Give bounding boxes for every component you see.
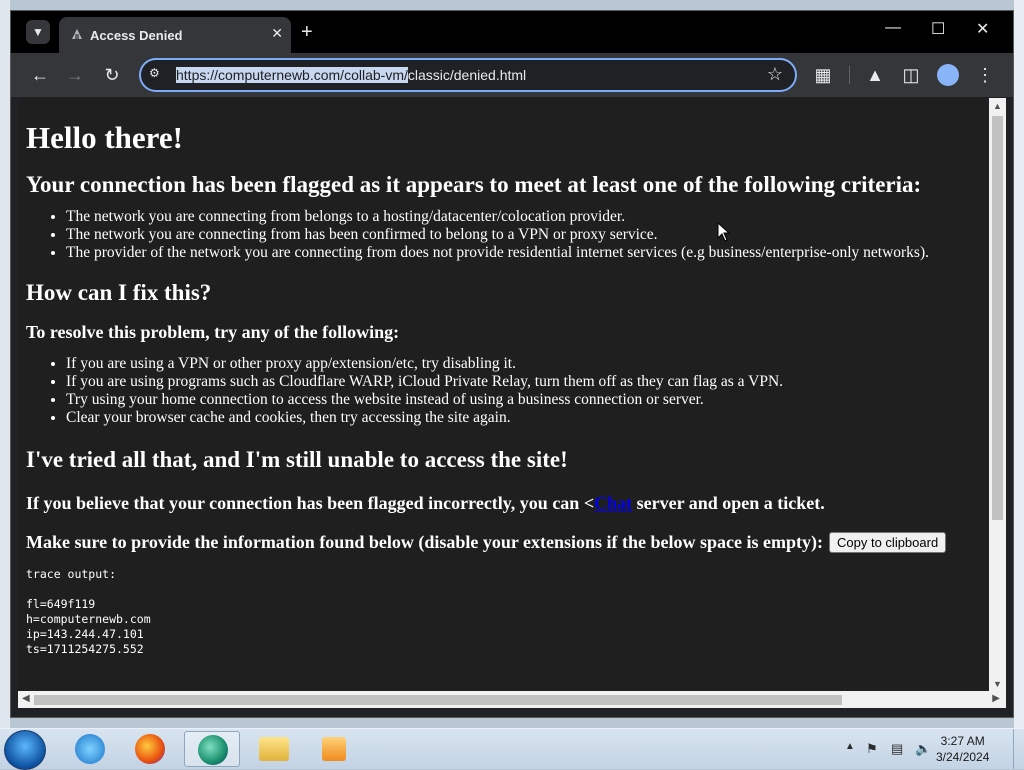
tab-strip: ▼ Access Denied ✕ + — ☐ ✕ [11, 11, 1013, 53]
site-info-icon[interactable]: ⚙ [149, 66, 167, 84]
labs-icon[interactable]: ▲ [863, 63, 887, 87]
list-item: If you are using a VPN or other proxy ap… [66, 355, 980, 373]
resolve-heading: To resolve this problem, try any of the … [26, 322, 400, 342]
ie-icon [75, 734, 105, 764]
close-icon[interactable]: ✕ [271, 25, 283, 42]
scroll-left-icon[interactable]: ◀ [22, 693, 30, 704]
side-panel-icon[interactable]: ◫ [899, 63, 923, 87]
show-hidden-icons-icon[interactable]: ▲ [845, 741, 855, 752]
tried-heading: I've tried all that, and I'm still unabl… [26, 447, 568, 472]
vertical-scroll-thumb[interactable] [992, 116, 1003, 520]
toolbar: ← → ↻ ⚙ https://computernewb.com/collab-… [11, 53, 1013, 97]
folder-icon [259, 737, 289, 761]
flag-icon[interactable]: ⚑ [866, 741, 878, 757]
list-item: The provider of the network you are conn… [66, 244, 980, 262]
browser-window: ▼ Access Denied ✕ + — ☐ ✕ ← → ↻ ⚙ https:… [10, 10, 1014, 718]
show-desktop-button[interactable] [1013, 729, 1024, 769]
trace-output[interactable]: trace output: fl=649f119 h=computernewb.… [26, 567, 980, 657]
list-item: The network you are connecting from has … [66, 226, 980, 244]
provide-paragraph: Make sure to provide the information fou… [26, 532, 980, 553]
trace-line: ip=143.244.47.101 [26, 627, 144, 641]
trace-line: ts=1711254275.552 [26, 642, 144, 656]
toolbar-divider [849, 66, 850, 84]
list-item: Try using your home connection to access… [66, 391, 980, 409]
profile-icon[interactable] [937, 64, 959, 86]
page-title: Hello there! [26, 120, 183, 155]
media-icon [322, 737, 346, 761]
horizontal-scroll-thumb[interactable] [34, 695, 842, 705]
taskbar-explorer[interactable] [246, 731, 302, 767]
list-item: The network you are connecting from belo… [66, 208, 980, 226]
back-icon[interactable]: ← [28, 63, 52, 87]
taskbar-firefox[interactable] [122, 731, 178, 767]
scroll-right-icon[interactable]: ▶ [992, 693, 1000, 704]
page-viewport: Hello there! Your connection has been fl… [18, 98, 988, 691]
trace-line: h=computernewb.com [26, 612, 151, 626]
desktop-edge-right [1014, 0, 1024, 728]
tab-access-denied[interactable]: Access Denied ✕ [59, 17, 291, 53]
url-selected: https://computernewb.com/collab-vm/ [176, 67, 408, 83]
forward-icon[interactable]: → [63, 63, 87, 87]
list-item: If you are using programs such as Cloudf… [66, 373, 980, 391]
taskbar-ie[interactable] [62, 731, 118, 767]
criteria-heading: Your connection has been flagged as it a… [26, 172, 922, 197]
start-icon[interactable] [4, 730, 46, 770]
network-icon[interactable]: ▤ [891, 741, 903, 757]
taskbar-app-active[interactable] [184, 731, 240, 767]
flag-suffix: server and open a ticket. [632, 493, 825, 513]
firefox-icon [135, 734, 165, 764]
taskbar-media[interactable] [306, 731, 362, 767]
trace-label: trace output: [26, 567, 117, 581]
fix-heading: How can I fix this? [26, 280, 212, 305]
menu-icon[interactable]: ⋮ [973, 63, 997, 87]
volume-icon[interactable]: 🔈 [915, 741, 931, 757]
reload-icon[interactable]: ↻ [100, 63, 124, 87]
fixes-list: If you are using a VPN or other proxy ap… [26, 355, 980, 427]
tab-search-icon[interactable]: ▼ [26, 20, 50, 44]
chat-link[interactable]: Chat [594, 493, 632, 513]
provide-text: Make sure to provide the information fou… [26, 532, 824, 552]
scroll-up-icon[interactable]: ▲ [993, 101, 1002, 111]
page-content: Hello there! Your connection has been fl… [18, 120, 988, 657]
star-icon[interactable]: ☆ [767, 64, 783, 85]
cursor-icon [717, 222, 731, 242]
list-item: Clear your browser cache and cookies, th… [66, 409, 980, 427]
horizontal-scrollbar[interactable]: ◀ ▶ [18, 691, 1006, 708]
app-icon [198, 735, 228, 765]
trace-line: fl=649f119 [26, 597, 96, 611]
scroll-down-icon[interactable]: ▼ [993, 679, 1002, 689]
flag-paragraph: If you believe that your connection has … [26, 493, 980, 514]
desktop-edge-left [0, 0, 10, 728]
flag-prefix: If you believe that your connection has … [26, 493, 595, 513]
criteria-list: The network you are connecting from belo… [26, 208, 980, 262]
extensions-icon[interactable]: ▦ [811, 63, 835, 87]
clock[interactable]: 3:27 AM 3/24/2024 [936, 733, 989, 765]
vertical-scrollbar[interactable]: ▲ ▼ [989, 98, 1006, 691]
url-rest: classic/denied.html [407, 67, 527, 83]
plus-icon[interactable]: + [301, 21, 313, 44]
maximize-icon[interactable]: ☐ [931, 19, 945, 39]
window-close-icon[interactable]: ✕ [976, 19, 989, 39]
minimize-icon[interactable]: — [885, 19, 901, 37]
clock-date: 3/24/2024 [936, 750, 990, 764]
copy-to-clipboard-button[interactable]: Copy to clipboard [829, 532, 947, 553]
tab-title: Access Denied [90, 28, 183, 43]
address-bar[interactable]: ⚙ https://computernewb.com/collab-vm/cla… [139, 58, 797, 92]
taskbar: ▲ ⚑ ▤ 🔈 3:27 AM 3/24/2024 [0, 728, 1024, 770]
url-text[interactable]: https://computernewb.com/collab-vm/class… [176, 67, 526, 83]
favicon-icon [72, 29, 82, 39]
clock-time: 3:27 AM [940, 734, 985, 748]
